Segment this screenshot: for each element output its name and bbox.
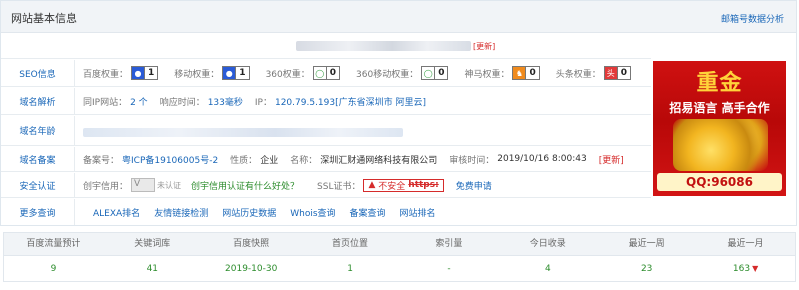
icp-label[interactable]: 域名备案 — [1, 147, 75, 171]
icp-update-link[interactable]: [更新] — [599, 153, 624, 166]
ssl-apply-link[interactable]: 免费申请 — [456, 179, 492, 192]
more-label[interactable]: 更多查询 — [1, 199, 75, 225]
trust-badge-text: 未认证 — [157, 180, 182, 190]
seo-label[interactable]: SEO信息 — [1, 60, 75, 86]
stats-header-cell: 百度流量预计 — [26, 239, 81, 249]
blurred-age — [83, 128, 403, 137]
stats-header-cell: 索引量 — [435, 239, 463, 249]
icp-number-value[interactable]: 粤ICP备19106005号-2 — [122, 153, 218, 166]
360-icon: ◯ — [423, 68, 433, 78]
panel-title: 网站基本信息 — [11, 12, 77, 25]
baidu-paw-icon: ● — [223, 67, 236, 79]
toutiao-weight-badge[interactable]: 头0 — [603, 66, 632, 80]
blurred-domain — [296, 41, 471, 51]
ad-title: 重金 — [696, 71, 743, 96]
gold-coins-image — [673, 119, 768, 171]
icp-time-label: 审核时间： — [449, 155, 495, 166]
stats-header-cell: 最近一月 — [727, 239, 764, 249]
ssl-status-badge: ▲ 不安全 https: — [363, 178, 444, 192]
security-label[interactable]: 安全认证 — [1, 173, 75, 197]
panel-header: 网站基本信息 邮箱号数据分析 — [1, 1, 796, 33]
domain-update-link[interactable]: [更新] — [473, 41, 495, 52]
last-month-value: 163 — [732, 264, 751, 274]
ip-value[interactable]: 120.79.5.193[广东省深圳市 阿里云] — [275, 95, 426, 108]
snapshot-date-value: 2019-10-30 — [225, 264, 278, 274]
icp-nature-value: 企业 — [260, 155, 279, 166]
ad-slogan: 招易语言 高手合作 — [669, 101, 770, 115]
stats-header-cell: 关键词库 — [134, 239, 171, 249]
trust-shield-icon — [131, 178, 156, 192]
last-week-value[interactable]: 23 — [597, 256, 696, 282]
history-link[interactable]: 网站历史数据 — [222, 206, 276, 219]
security-row: 安全认证 创宇信用： 未认证 创宇信用认证有什么好处？ SSL证书： ▲ 不安全… — [1, 173, 651, 198]
icp-nature-label: 性质： — [230, 155, 258, 166]
index-count-value: - — [447, 264, 451, 274]
homepage-position-value: 1 — [347, 264, 353, 274]
icp-name-value: 深圳汇财通网络科技有限公司 — [320, 155, 438, 166]
mobile-weight-badge[interactable]: ● 1 — [222, 66, 250, 80]
ip-label: IP： — [254, 97, 272, 108]
rank-link[interactable]: 网站排名 — [400, 206, 436, 219]
mobile-weight-label: 移动权重： — [174, 69, 220, 80]
last-month-cell[interactable]: 163 ▼ — [696, 256, 795, 282]
stats-value-row: 9 41 2019-10-30 1 - 4 23 163 ▼ — [4, 256, 795, 282]
baidu-paw-icon: ● — [132, 67, 145, 79]
age-row: 域名年龄 — [1, 116, 651, 146]
icp-time-value: 2019/10/16 8:00:43 — [497, 154, 587, 164]
email-analysis-link[interactable]: 邮箱号数据分析 — [721, 12, 784, 25]
resolve-row: 域名解析 同IP网站： 2 个 响应时间： 133毫秒 IP： 120.79.5… — [1, 88, 651, 115]
same-ip-value[interactable]: 2 个 — [130, 95, 148, 108]
stats-header-cell: 百度快照 — [233, 239, 270, 249]
shenma-weight-badge[interactable]: ♞ 0 — [512, 66, 540, 80]
seo-row: SEO信息 百度权重： ● 1 移动权重： ● 1 360权重： ◯ 0 360移动权… — [1, 60, 651, 87]
icp-number-label: 备案号： — [83, 155, 120, 166]
stats-table: 百度流量预计 关键词库 百度快照 首页位置 索引量 今日收录 最近一周 最近一月… — [3, 232, 796, 282]
ad-contact: QQ:96086 — [657, 173, 782, 191]
warning-icon: ▲ — [368, 180, 376, 190]
resolve-label[interactable]: 域名解析 — [1, 88, 75, 114]
keyword-count-value[interactable]: 41 — [103, 256, 202, 282]
traffic-estimate-value[interactable]: 9 — [4, 256, 103, 282]
toutiao-icon: 头 — [604, 67, 617, 79]
360-weight-label: 360权重： — [265, 69, 310, 80]
stats-header-cell: 今日收录 — [529, 239, 566, 249]
icp-name-label: 名称： — [290, 155, 318, 166]
trust-label: 创宇信用： — [83, 181, 129, 192]
same-ip-label: 同IP网站： — [83, 97, 128, 108]
360-mobile-weight-label: 360移动权重： — [356, 69, 419, 80]
ad-banner[interactable]: 重金 招易语言 高手合作 QQ:96086 — [653, 61, 786, 196]
whois-link[interactable]: Whois查询 — [290, 206, 335, 219]
shenma-icon: ♞ — [513, 67, 526, 79]
ssl-label: SSL证书： — [317, 181, 361, 192]
360-weight-badge[interactable]: ◯ 0 — [312, 66, 341, 80]
360-mobile-weight-badge[interactable]: ◯ 0 — [421, 66, 449, 80]
response-time-value: 133毫秒 — [207, 97, 243, 108]
today-indexed-value[interactable]: 4 — [498, 256, 597, 282]
baidu-weight-badge[interactable]: ● 1 — [131, 66, 159, 80]
stats-header-cell: 首页位置 — [332, 239, 369, 249]
shenma-weight-label: 神马权重： — [464, 69, 510, 80]
response-time-label: 响应时间： — [159, 97, 205, 108]
stats-header-cell: 最近一周 — [628, 239, 665, 249]
friendlink-link[interactable]: 友情链接检测 — [154, 206, 208, 219]
arrow-down-icon: ▼ — [752, 264, 759, 273]
icp-row: 域名备案 备案号： 粤ICP备19106005号-2 性质： 企业 名称： 深圳… — [1, 147, 651, 172]
more-row: 更多查询 ALEXA排名 友情链接检测 网站历史数据 Whois查询 备案查询 … — [1, 199, 651, 225]
baidu-weight-label: 百度权重： — [83, 69, 129, 80]
icp-query-link[interactable]: 备案查询 — [350, 206, 386, 219]
age-label[interactable]: 域名年龄 — [1, 116, 75, 145]
site-info-panel: 网站基本信息 邮箱号数据分析 [更新] SEO信息 百度权重： ● 1 移动权重：… — [0, 0, 797, 226]
stats-header-row: 百度流量预计 关键词库 百度快照 首页位置 索引量 今日收录 最近一周 最近一月 — [4, 233, 795, 256]
trust-info-link[interactable]: 创宇信用认证有什么好处？ — [191, 179, 299, 192]
domain-row: [更新] — [1, 34, 651, 59]
alexa-link[interactable]: ALEXA排名 — [93, 206, 140, 219]
360-icon: ◯ — [315, 68, 325, 78]
toutiao-weight-label: 头条权重： — [555, 69, 601, 80]
